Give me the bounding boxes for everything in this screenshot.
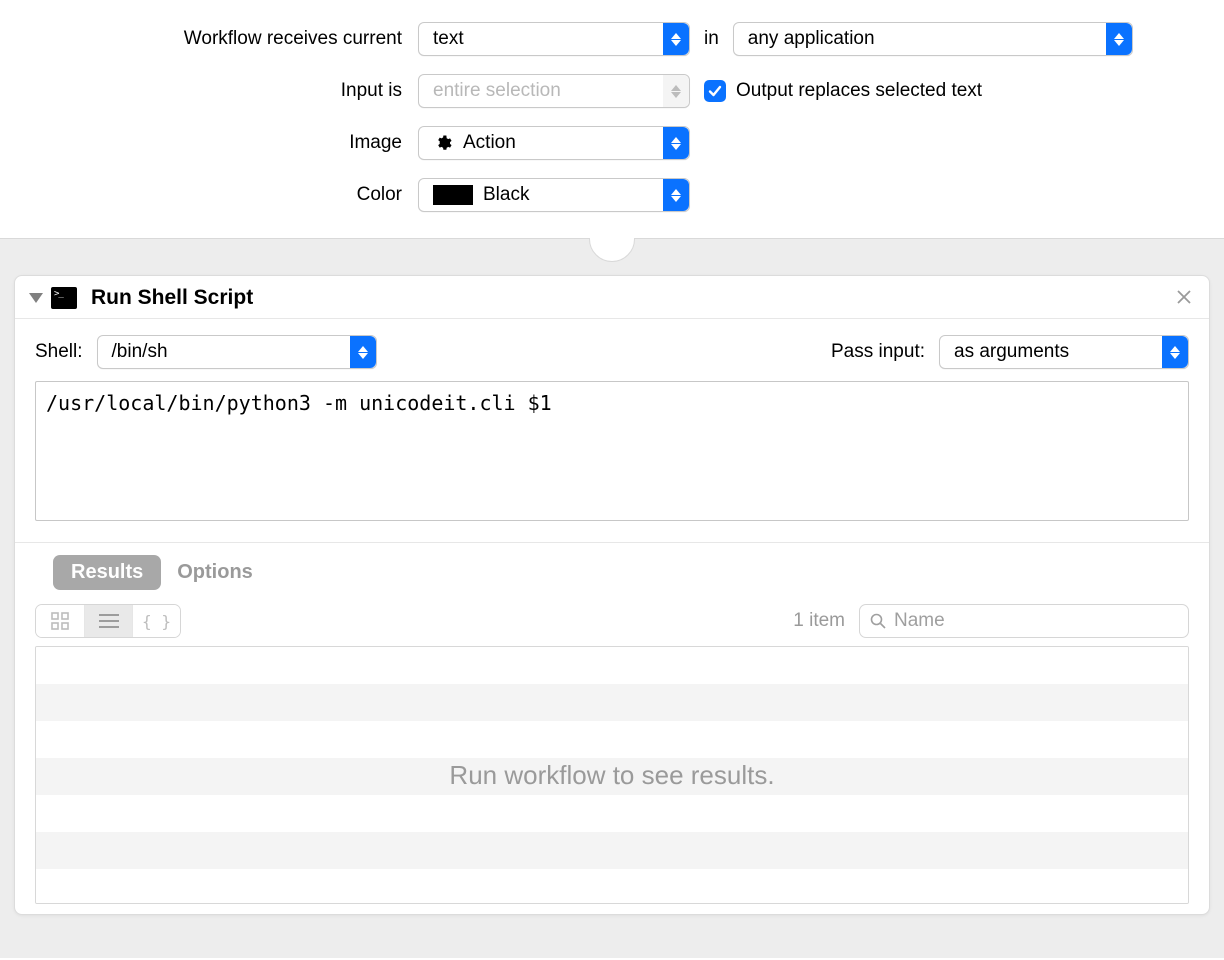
- view-mode-segment: { }: [35, 604, 181, 638]
- application-value: any application: [748, 23, 875, 55]
- terminal-icon: [51, 287, 77, 309]
- color-value: Black: [483, 179, 529, 211]
- results-list: Run workflow to see results.: [35, 646, 1189, 904]
- stepper-icon: [663, 75, 689, 107]
- pass-input-value: as arguments: [954, 336, 1069, 368]
- input-value: entire selection: [433, 75, 561, 107]
- color-label: Color: [40, 184, 418, 206]
- shell-value: /bin/sh: [112, 336, 168, 368]
- in-word: in: [704, 28, 719, 50]
- output-replaces-checkbox[interactable]: [704, 80, 726, 102]
- braces-view-button[interactable]: { }: [132, 605, 180, 637]
- tab-results[interactable]: Results: [53, 555, 161, 590]
- grid-view-button[interactable]: [36, 605, 84, 637]
- image-popup[interactable]: Action: [418, 126, 690, 160]
- results-search[interactable]: [859, 604, 1189, 638]
- search-icon: [870, 613, 886, 629]
- results-search-input[interactable]: [894, 610, 1178, 632]
- script-textarea[interactable]: [35, 381, 1189, 521]
- stepper-icon: [663, 179, 689, 211]
- application-popup[interactable]: any application: [733, 22, 1133, 56]
- stepper-icon: [663, 23, 689, 55]
- settings-panel: Workflow receives current text in any ap…: [0, 0, 1224, 238]
- color-swatch-icon: [433, 185, 473, 205]
- color-popup[interactable]: Black: [418, 178, 690, 212]
- action-header: Run Shell Script: [15, 276, 1209, 319]
- receives-value: text: [433, 23, 464, 55]
- receives-popup[interactable]: text: [418, 22, 690, 56]
- action-title: Run Shell Script: [91, 286, 253, 310]
- stepper-icon: [350, 336, 376, 368]
- stepper-icon: [1162, 336, 1188, 368]
- receives-label: Workflow receives current: [40, 28, 418, 50]
- image-value: Action: [463, 127, 516, 159]
- stepper-icon: [1106, 23, 1132, 55]
- list-view-button[interactable]: [84, 605, 132, 637]
- output-replaces-label: Output replaces selected text: [736, 80, 982, 102]
- pass-input-popup[interactable]: as arguments: [939, 335, 1189, 369]
- shell-popup[interactable]: /bin/sh: [97, 335, 377, 369]
- input-label: Input is: [40, 80, 418, 102]
- results-placeholder: Run workflow to see results.: [36, 647, 1188, 903]
- item-count: 1 item: [793, 610, 845, 632]
- divider: [15, 542, 1209, 543]
- action-card: Run Shell Script Shell: /bin/sh Pass inp…: [14, 275, 1210, 915]
- close-icon[interactable]: [1173, 287, 1195, 310]
- disclosure-triangle-icon[interactable]: [29, 291, 43, 305]
- input-notch-icon: [577, 238, 647, 268]
- workflow-canvas: Run Shell Script Shell: /bin/sh Pass inp…: [0, 238, 1224, 958]
- stepper-icon: [663, 127, 689, 159]
- gear-icon: [433, 133, 453, 153]
- shell-label: Shell:: [35, 341, 83, 363]
- image-label: Image: [40, 132, 418, 154]
- tab-options[interactable]: Options: [177, 561, 253, 584]
- input-popup: entire selection: [418, 74, 690, 108]
- pass-input-label: Pass input:: [831, 341, 925, 363]
